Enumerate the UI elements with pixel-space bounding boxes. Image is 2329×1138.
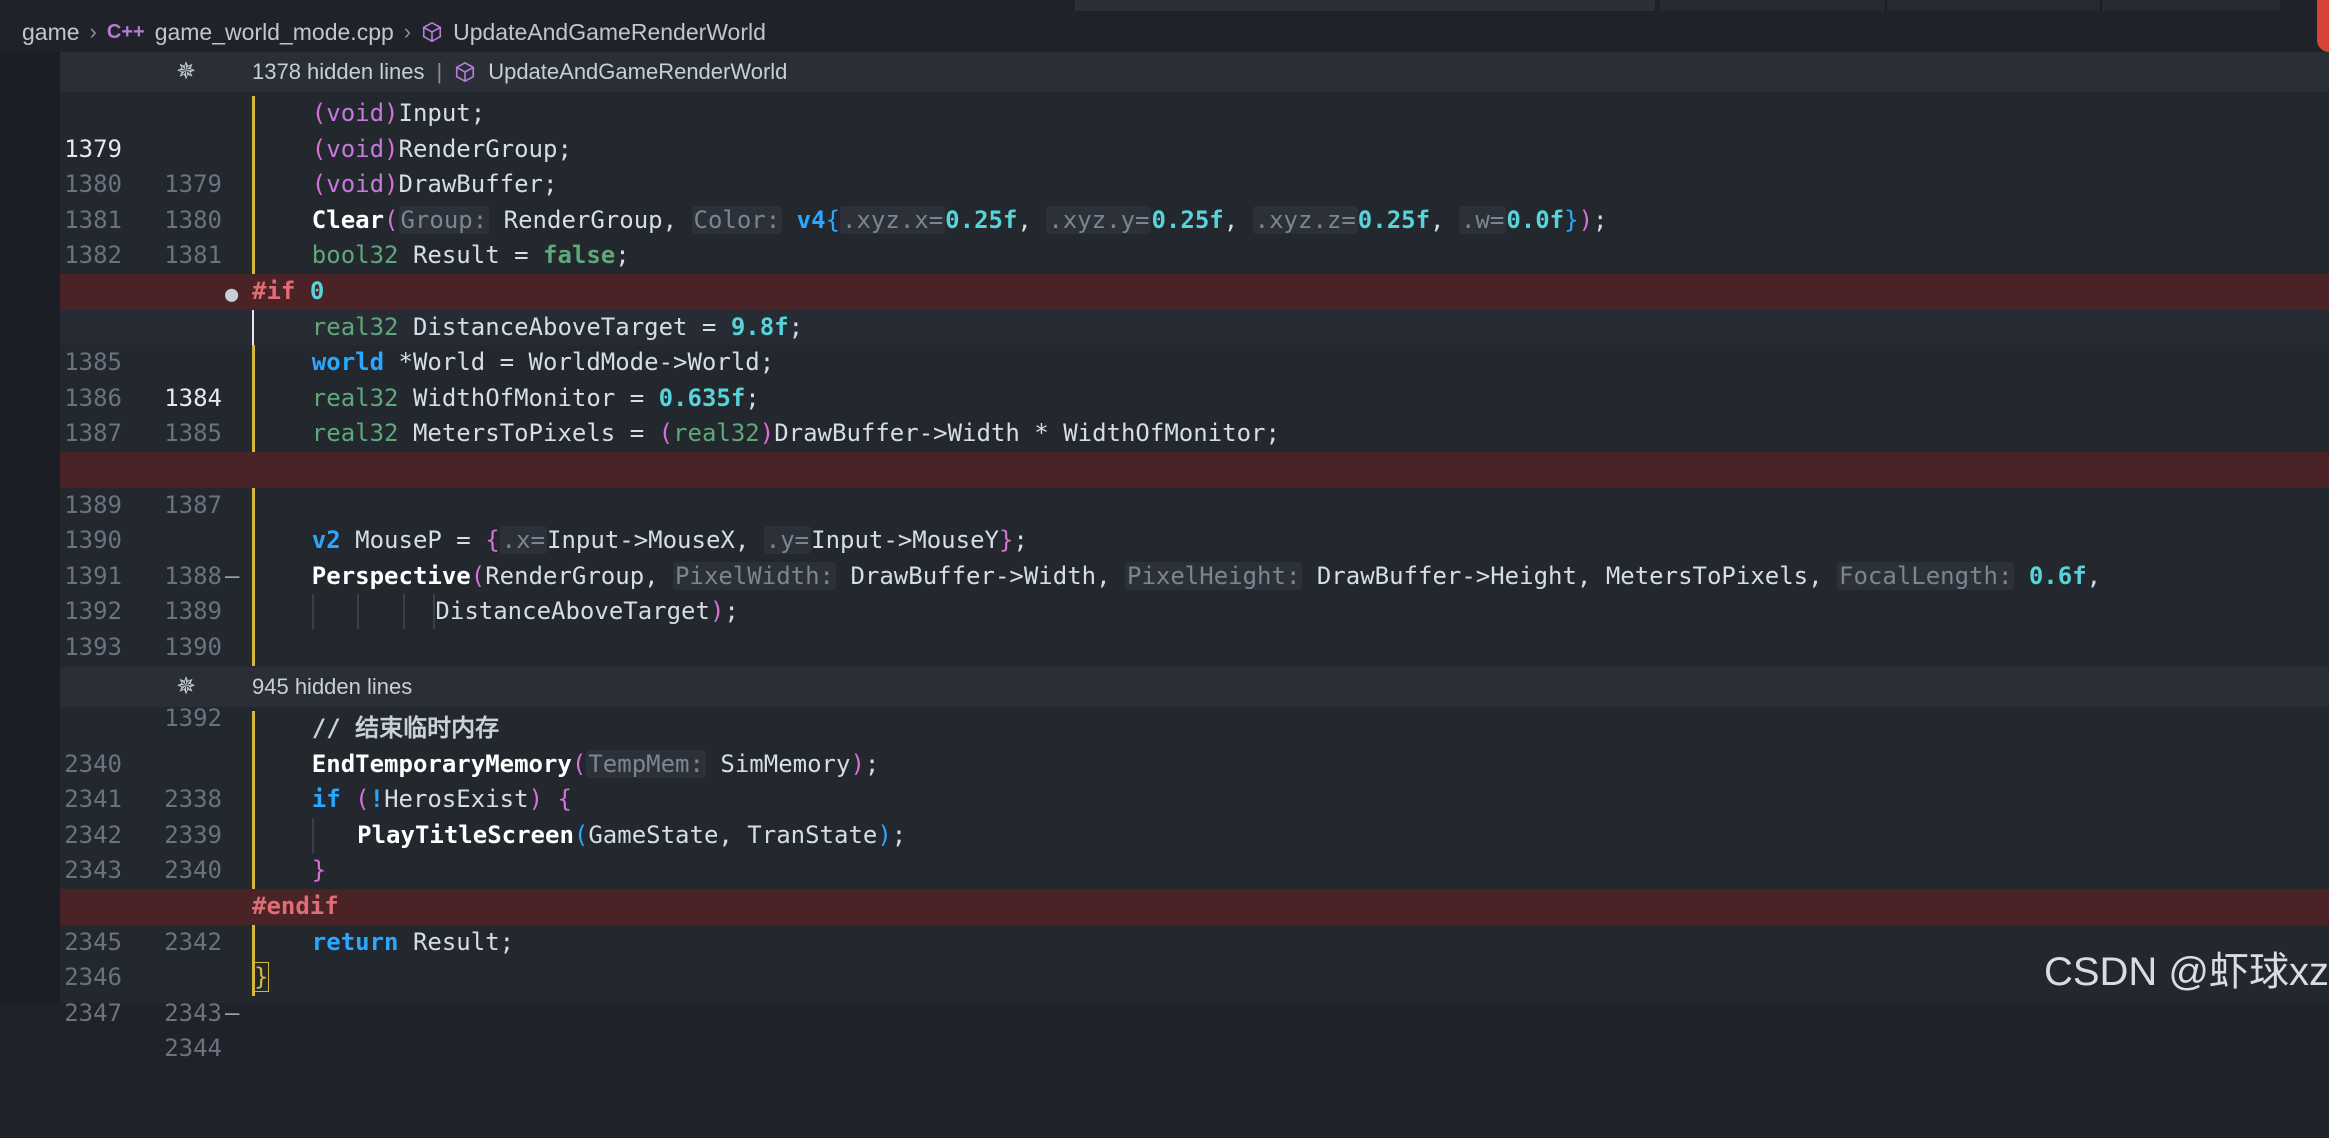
code-text: PlayTitleScreen(GameState, TranState); — [254, 817, 906, 854]
code-line-removed[interactable]: 1389 — — [60, 452, 2329, 590]
code-line-removed[interactable]: 2345 — #endif — [60, 889, 2329, 1027]
code-text: v2 MouseP = {.x=Input->MouseX, .y=Input-… — [311, 526, 1028, 555]
code-text: (void)RenderGroup; — [311, 134, 572, 163]
code-line[interactable]: 2342 2340 if (!HerosExist) { — [60, 782, 2329, 884]
code-text: // 结束临时内存 — [311, 714, 500, 742]
line-number-modified: 2343 — [164, 998, 222, 1027]
editor-left-margin — [0, 52, 60, 1003]
inlay-hint: .xyz.x= — [840, 205, 946, 234]
code-text: (void)DrawBuffer; — [311, 170, 558, 199]
line-number-modified: 2344 — [164, 1034, 222, 1063]
removed-line-dash: — — [225, 998, 240, 1027]
line-number-original: 2347 — [64, 998, 122, 1027]
code-text: return Result; — [311, 927, 515, 956]
code-line[interactable]: 2341 2339 EndTemporaryMemory(TempMem: Si… — [60, 746, 2329, 849]
code-line[interactable]: 1394 1392 — [60, 630, 2329, 732]
change-marker — [252, 487, 255, 524]
code-line[interactable]: 1383 1383 bool32 Result = false; — [60, 238, 2329, 341]
code-line[interactable]: 1379 1379 (void)Input; — [60, 96, 2329, 198]
code-text: #if 0 — [252, 277, 325, 305]
chevron-right-icon: › — [403, 19, 412, 44]
breadcrumb-file[interactable]: game_world_mode.cpp — [155, 19, 394, 46]
inlay-hint: FocalLength: — [1837, 561, 2015, 590]
inlay-hint: .w= — [1458, 205, 1507, 234]
code-line[interactable]: 1391 1389 v2 MouseP = {.x=Input->MouseX,… — [60, 523, 2329, 625]
code-line[interactable]: 1392 1390 Perspective(RenderGroup, Pixel… — [60, 558, 2329, 661]
editor-tab-area-right[interactable] — [1660, 0, 2280, 11]
code-text: EndTemporaryMemory(TempMem: SimMemory); — [311, 749, 880, 778]
inlay-hint: .xyz.z= — [1252, 205, 1358, 234]
change-marker — [252, 630, 255, 666]
inlay-hint: Color: — [691, 205, 783, 234]
inlay-hint: PixelHeight: — [1125, 561, 1303, 590]
code-text: Perspective(RenderGroup, PixelWidth: Dra… — [311, 561, 2102, 590]
method-cube-icon — [423, 21, 442, 43]
expand-fold-icon[interactable]: ✵ — [174, 675, 198, 699]
hidden-lines-fold[interactable]: ✵ 945 hidden lines — [60, 667, 2329, 707]
inlay-hint: .y= — [763, 526, 812, 555]
code-text: bool32 Result = false; — [311, 241, 630, 270]
editor-tab-area[interactable] — [1075, 0, 1655, 11]
code-line[interactable]: 2343 2341 PlayTitleScreen(GameState, Tra… — [60, 817, 2329, 920]
breadcrumb-symbol[interactable]: UpdateAndGameRenderWorld — [453, 19, 766, 46]
code-line[interactable]: 1386 1385 world *World = WorldMode->Worl… — [60, 345, 2329, 447]
code-line[interactable]: 2346 2343 return Result; — [60, 924, 2329, 1027]
code-line[interactable]: 1380 1380 (void)RenderGroup; — [60, 131, 2329, 234]
code-line[interactable]: 2347 2344 } — [60, 960, 2329, 1062]
cpp-file-icon: C++ — [106, 20, 145, 43]
code-text: DistanceAboveTarget); — [254, 594, 739, 630]
separator: | — [436, 59, 443, 84]
code-line[interactable]: 1393 1391 DistanceAboveTarget); — [60, 594, 2329, 697]
inlay-hint: TempMem: — [586, 749, 706, 778]
notification-badge[interactable] — [2317, 0, 2329, 52]
code-text: (void)Input; — [311, 99, 486, 127]
expand-fold-icon[interactable]: ✵ — [174, 60, 198, 84]
watermark: CSDN @虾球xz — [2043, 950, 2329, 994]
inlay-hint: Group: — [398, 205, 490, 234]
code-text: #endif — [252, 892, 339, 920]
code-text: } — [252, 962, 270, 993]
code-line[interactable]: 1388 1387 real32 MetersToPixels = (real3… — [60, 416, 2329, 519]
inlay-hint: .xyz.y= — [1046, 205, 1152, 234]
code-text: Clear(Group: RenderGroup, Color: v4{.xyz… — [311, 205, 1608, 234]
lightbulb-icon[interactable]: ● — [225, 277, 238, 313]
code-text: } — [311, 856, 327, 885]
code-line[interactable]: 1381 1381 (void)DrawBuffer; — [60, 167, 2329, 269]
code-line[interactable]: 1382 1382 Clear(Group: RenderGroup, Colo… — [60, 202, 2329, 305]
method-cube-icon — [456, 61, 475, 83]
code-line[interactable]: 2340 2338 // 结束临时内存 — [60, 711, 2329, 813]
code-text: real32 DistanceAboveTarget = 9.8f; — [311, 312, 804, 341]
code-text: if (!HerosExist) { — [311, 785, 572, 814]
hidden-lines-label: 1378 hidden lines — [252, 59, 425, 84]
hidden-lines-label: 945 hidden lines — [252, 674, 413, 699]
code-text: world *World = WorldMode->World; — [311, 348, 775, 377]
code-line[interactable]: 2344 2342 } — [60, 853, 2329, 956]
inlay-hint: .x= — [499, 526, 548, 555]
tab-bar-strip — [0, 0, 2329, 11]
code-line-current[interactable]: 1385 1384 real32 DistanceAboveTarget = 9… — [60, 309, 2329, 412]
code-text: real32 MetersToPixels = (real32)DrawBuff… — [311, 419, 1280, 448]
inlay-hint: PixelWidth: — [673, 561, 836, 590]
breadcrumb: game › C++ game_world_mode.cpp › UpdateA… — [22, 14, 766, 50]
fold-symbol: UpdateAndGameRenderWorld — [488, 59, 788, 84]
code-line-removed[interactable]: 1384 ● #if 0 — [60, 274, 2329, 341]
code-line[interactable]: 1390 1388 — [60, 487, 2329, 590]
hidden-lines-fold[interactable]: ✵ 1378 hidden lines | UpdateAndGameRende… — [60, 52, 2329, 92]
code-line[interactable]: 1387 1386 real32 WidthOfMonitor = 0.635f… — [60, 380, 2329, 483]
breadcrumb-folder[interactable]: game — [22, 19, 80, 46]
code-text: real32 WidthOfMonitor = 0.635f; — [311, 383, 760, 412]
chevron-right-icon: › — [89, 19, 97, 44]
